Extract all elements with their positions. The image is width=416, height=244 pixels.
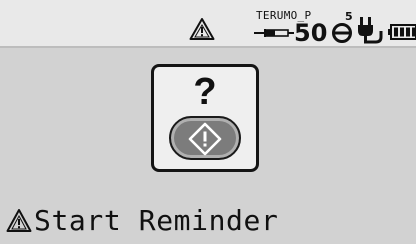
syringe-size: 50 [294, 19, 328, 47]
occlusion-level: 5 [345, 10, 353, 23]
ac-power-plug-icon [358, 17, 383, 44]
warning-triangle-icon [6, 209, 32, 232]
battery-icon [388, 24, 416, 40]
start-button[interactable] [169, 116, 241, 160]
syringe-icon [254, 29, 294, 37]
start-diamond-icon [188, 122, 222, 156]
pump-screen: TERUMO_P 50 5 ? Start Reminder [0, 0, 416, 244]
pressure-sensor-icon [332, 23, 352, 43]
question-mark-symbol: ? [193, 71, 217, 113]
start-reminder-dialog: ? [151, 64, 259, 172]
status-bar: TERUMO_P 50 5 [0, 0, 416, 48]
warning-triangle-icon [189, 18, 215, 40]
syringe-info: TERUMO_P 50 [254, 9, 328, 47]
message-bar: Start Reminder [6, 203, 278, 239]
status-message: Start Reminder [34, 204, 279, 237]
